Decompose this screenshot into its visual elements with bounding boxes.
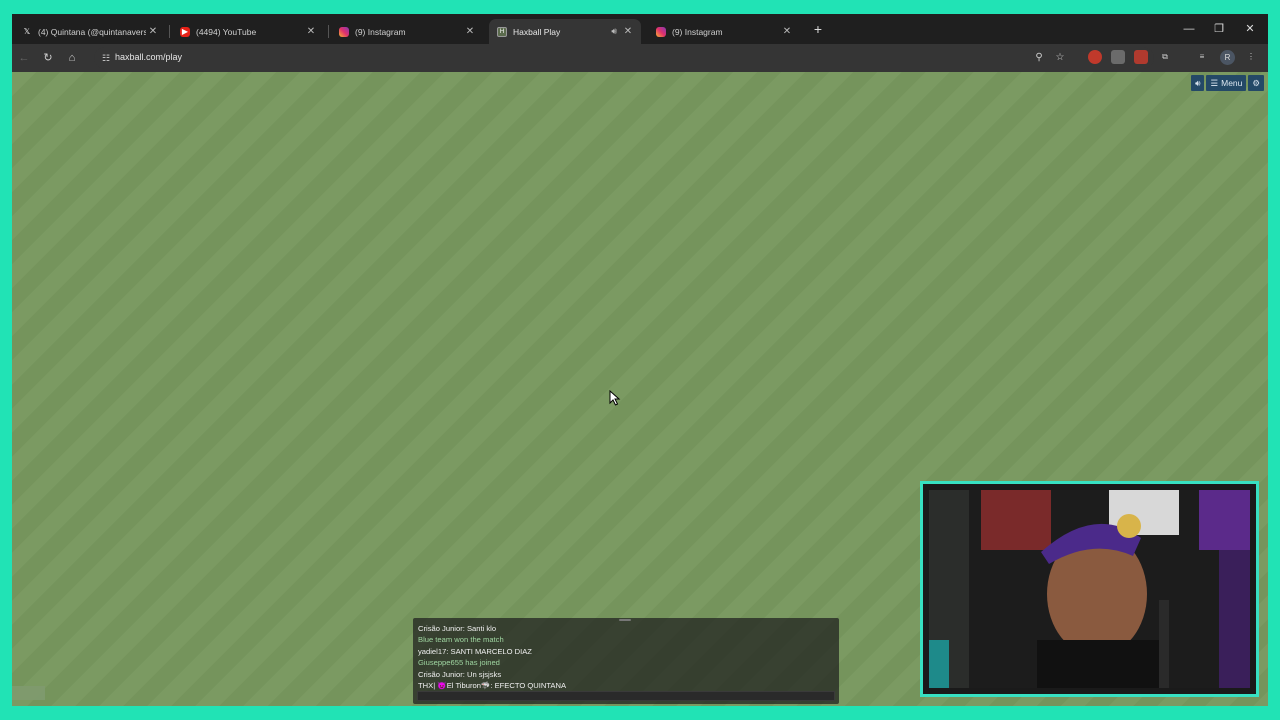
x-logo-icon: 𝕏	[23, 27, 31, 36]
menu-button-label: Menu	[1221, 78, 1243, 88]
speaker-icon: 🔊︎	[1195, 77, 1201, 88]
tab-haxball[interactable]: H Haxball Play 🔊︎ ✕	[489, 19, 641, 44]
chat-notice: Blue team won the match	[418, 635, 504, 645]
ping-indicator	[12, 686, 45, 700]
minimize-button[interactable]: —	[1174, 19, 1204, 39]
reload-button[interactable]: ↻	[39, 49, 57, 67]
streamer-video-image	[929, 490, 1250, 688]
game-top-controls: 🔊︎ ☰ Menu ⚙	[1191, 75, 1264, 91]
tab-divider	[169, 25, 170, 38]
speaker-icon[interactable]: 🔊︎	[611, 26, 617, 37]
zoom-icon[interactable]: ⚲	[1031, 50, 1047, 66]
hamburger-icon: ☰	[1210, 77, 1219, 88]
tab-title: (4) Quintana (@quintanaverso)	[38, 26, 146, 37]
close-icon[interactable]: ✕	[621, 26, 635, 37]
extensions-puzzle-icon[interactable]: ⧉	[1158, 50, 1172, 64]
settings-button[interactable]: ⚙	[1248, 75, 1264, 91]
chat-log: Crisão Junior: Santi klo Blue team won t…	[418, 623, 566, 691]
chat-message: Crisão Junior: Un sjsjsks	[418, 669, 502, 679]
youtube-icon: ▶	[180, 26, 190, 37]
instagram-icon	[656, 26, 666, 37]
chat-notice: Giuseppe655 has joined	[418, 658, 500, 668]
media-control-icon[interactable]: ≡	[1195, 50, 1209, 64]
restore-button[interactable]: ❐	[1204, 19, 1234, 39]
instagram-icon	[339, 26, 349, 37]
chat-message: yadiel17: SANTI MARCELO DIAZ	[418, 646, 532, 656]
tab-title: (9) Instagram	[672, 26, 723, 37]
chat-message: Crisão Junior: Santi klo	[418, 624, 497, 633]
back-button[interactable]: ←	[15, 49, 33, 67]
tab-title: (9) Instagram	[355, 26, 406, 37]
window-close-button[interactable]: ✕	[1235, 19, 1265, 39]
mouse-cursor-icon	[609, 390, 621, 406]
tab-instagram-2[interactable]: (9) Instagram ✕	[648, 19, 800, 44]
chat-input[interactable]	[417, 691, 835, 701]
chat-box: Crisão Junior: Santi klo Blue team won t…	[413, 618, 839, 704]
bookmark-star-icon[interactable]: ☆	[1052, 50, 1068, 66]
sound-toggle-button[interactable]: 🔊︎	[1191, 75, 1205, 91]
tab-title: (4494) YouTube	[196, 26, 257, 37]
haxball-icon: H	[497, 26, 507, 37]
extension-icon[interactable]	[1088, 50, 1102, 64]
tab-x[interactable]: 𝕏 (4) Quintana (@quintanaverso) ✕	[14, 19, 166, 44]
close-icon[interactable]: ✕	[304, 26, 318, 37]
gear-icon: ⚙	[1252, 77, 1260, 88]
tab-strip: 𝕏 (4) Quintana (@quintanaverso) ✕ ▶ (449…	[12, 14, 1268, 44]
site-info-icon[interactable]: ☷	[98, 50, 114, 66]
close-icon[interactable]: ✕	[463, 26, 477, 37]
address-bar[interactable]: ☷ haxball.com/play ⚲ ☆	[94, 47, 1154, 69]
tab-title: Haxball Play	[513, 26, 561, 37]
tab-divider	[328, 25, 329, 38]
tab-instagram[interactable]: (9) Instagram ✕	[331, 19, 483, 44]
url-text[interactable]: haxball.com/play	[115, 52, 182, 62]
webcam-overlay	[920, 481, 1259, 697]
chat-message: THX| 😈El Tiburon🦈: EFECTO QUINTANA	[418, 681, 567, 691]
webcam-feed	[929, 490, 1250, 688]
avatar[interactable]: R	[1220, 50, 1235, 65]
close-icon[interactable]: ✕	[780, 26, 794, 37]
extension-icon[interactable]	[1134, 50, 1148, 64]
chat-resize-handle[interactable]	[619, 619, 631, 621]
browser-menu-icon[interactable]: ⋮	[1244, 50, 1258, 64]
menu-button[interactable]: ☰ Menu	[1206, 75, 1247, 91]
home-button[interactable]: ⌂	[63, 49, 81, 67]
extension-icon[interactable]	[1111, 50, 1125, 64]
new-tab-button[interactable]: +	[808, 21, 828, 37]
tab-youtube[interactable]: ▶ (4494) YouTube ✕	[172, 19, 324, 44]
browser-toolbar: ← ↻ ⌂ ☷ haxball.com/play ⚲ ☆ ⧉ ≡ R ⋮	[12, 44, 1268, 72]
close-icon[interactable]: ✕	[146, 26, 160, 37]
